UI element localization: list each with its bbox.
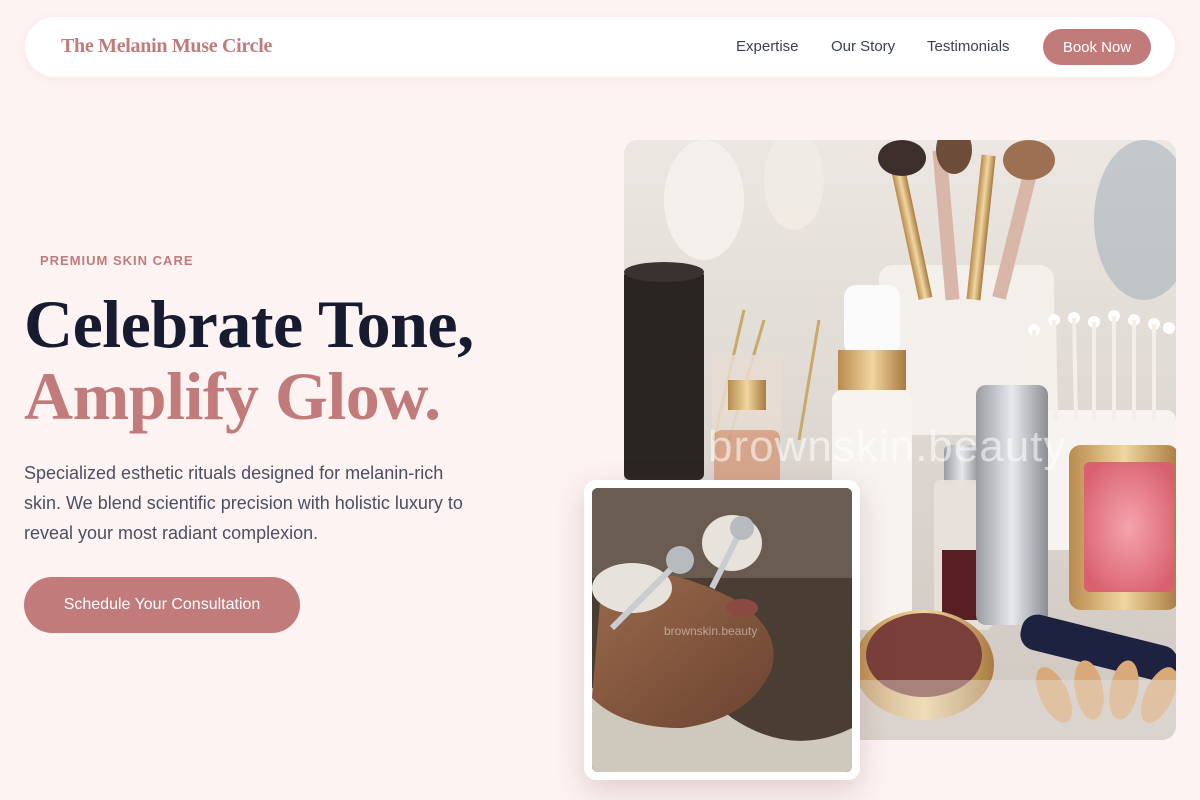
schedule-consultation-button[interactable]: Schedule Your Consultation [24,577,300,633]
treatment-image-card: brownskin.beauty [584,480,860,780]
nav-link-testimonials[interactable]: Testimonials [927,38,1010,55]
nav-link-expertise[interactable]: Expertise [736,38,799,55]
hero-description: Specialized esthetic rituals designed fo… [24,463,463,543]
inset-image-watermark: brownskin.beauty [664,624,758,638]
headline-line-1: Celebrate Tone, [24,286,474,362]
brand-logo[interactable]: The Melanin Muse Circle [61,35,272,58]
nav-link-our-story[interactable]: Our Story [831,38,895,55]
book-now-button[interactable]: Book Now [1043,29,1151,65]
top-navbar: The Melanin Muse Circle Expertise Our St… [25,17,1175,77]
hero-headline: Celebrate Tone, Amplify Glow. [24,288,474,432]
hero-eyebrow: PREMIUM SKIN CARE [40,253,194,268]
facial-treatment-photo: brownskin.beauty [592,488,852,772]
main-image-watermark: brownskin.beauty [708,422,1067,471]
headline-line-2: Amplify Glow. [24,358,441,434]
